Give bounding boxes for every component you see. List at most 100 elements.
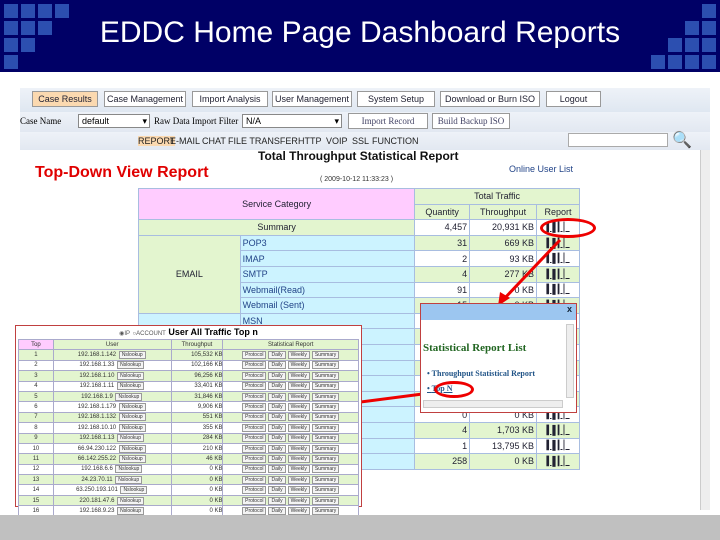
table-row: 12 192.168.6.6 Nslookup 0 KB Protocol Dai… xyxy=(18,463,359,476)
weekly-button[interactable]: Weekly xyxy=(287,434,310,443)
nslookup-button[interactable]: Nslookup xyxy=(118,454,146,463)
table-row: 15 220.181.47.6 Nslookup 0 KB Protocol Da… xyxy=(18,494,359,507)
summary-button[interactable]: Summary xyxy=(311,351,340,360)
weekly-button[interactable]: Weekly xyxy=(287,413,310,422)
protocol-button[interactable]: Protocol xyxy=(242,454,267,463)
protocol-button[interactable]: Protocol xyxy=(242,486,267,495)
nslookup-button[interactable]: Nslookup xyxy=(115,465,143,474)
summary-button[interactable]: Summary xyxy=(311,465,340,474)
nslookup-button[interactable]: Nslookup xyxy=(117,434,144,443)
daily-button[interactable]: Daily xyxy=(268,392,286,401)
daily-button[interactable]: Daily xyxy=(268,351,286,360)
summary-button[interactable]: Summary xyxy=(311,371,340,380)
weekly-button[interactable]: Weekly xyxy=(287,392,310,401)
nslookup-button[interactable]: Nslookup xyxy=(118,423,146,432)
protocol-button[interactable]: Protocol xyxy=(242,403,267,412)
popup-item-throughput[interactable]: • Throughput Statistical Report xyxy=(427,369,535,378)
summary-button[interactable]: Summary xyxy=(311,392,340,401)
radio-account[interactable]: ○ACCOUNT xyxy=(133,331,166,337)
weekly-button[interactable]: Weekly xyxy=(287,496,310,505)
throughput: 46 KB xyxy=(170,453,224,465)
nslookup-button[interactable]: Nslookup xyxy=(118,403,146,412)
weekly-button[interactable]: Weekly xyxy=(287,361,310,370)
protocol-button[interactable]: Protocol xyxy=(242,506,267,515)
protocol-button[interactable]: Protocol xyxy=(242,465,267,474)
summary-button[interactable]: Summary xyxy=(311,496,340,505)
nslookup-button[interactable]: Nslookup xyxy=(115,392,143,401)
nslookup-button[interactable]: Nslookup xyxy=(118,444,146,453)
rank: 12 xyxy=(18,463,54,476)
daily-button[interactable]: Daily xyxy=(268,496,286,505)
protocol-button[interactable]: Protocol xyxy=(242,382,267,391)
protocol-button[interactable]: Protocol xyxy=(242,475,267,484)
nslookup-button[interactable]: Nslookup xyxy=(117,371,144,380)
weekly-button[interactable]: Weekly xyxy=(287,371,310,380)
protocol-button[interactable]: Protocol xyxy=(242,351,267,360)
highlight-oval xyxy=(434,381,474,398)
nslookup-button[interactable]: Nslookup xyxy=(118,413,146,422)
protocol-button[interactable]: Protocol xyxy=(242,392,267,401)
weekly-button[interactable]: Weekly xyxy=(287,454,310,463)
summary-button[interactable]: Summary xyxy=(311,403,340,412)
table-row: 2 192.168.1.33 Nslookup 102,166 KB Proto… xyxy=(18,359,359,372)
protocol-button[interactable]: Protocol xyxy=(242,434,267,443)
weekly-button[interactable]: Weekly xyxy=(287,444,310,453)
protocol-button[interactable]: Protocol xyxy=(242,444,267,453)
weekly-button[interactable]: Weekly xyxy=(287,351,310,360)
rank: 3 xyxy=(18,370,54,382)
daily-button[interactable]: Daily xyxy=(268,403,286,412)
daily-button[interactable]: Daily xyxy=(268,506,286,515)
radio-ip[interactable]: ◉IP xyxy=(119,331,130,337)
table-row: 10 66.94.230.122 Nslookup 210 KB Protoco… xyxy=(18,442,359,455)
weekly-button[interactable]: Weekly xyxy=(287,506,310,515)
summary-button[interactable]: Summary xyxy=(311,361,340,370)
daily-button[interactable]: Daily xyxy=(268,475,286,484)
weekly-button[interactable]: Weekly xyxy=(287,403,310,412)
summary-button[interactable]: Summary xyxy=(311,475,340,484)
summary-button[interactable]: Summary xyxy=(311,454,340,463)
summary-button[interactable]: Summary xyxy=(311,382,340,391)
rank: 4 xyxy=(18,380,54,392)
daily-button[interactable]: Daily xyxy=(268,486,286,495)
protocol-button[interactable]: Protocol xyxy=(242,413,267,422)
daily-button[interactable]: Daily xyxy=(268,382,286,391)
summary-button[interactable]: Summary xyxy=(311,434,340,443)
protocol-button[interactable]: Protocol xyxy=(242,496,267,505)
popup-item-label: Throughput Statistical Report xyxy=(431,369,536,378)
weekly-button[interactable]: Weekly xyxy=(287,486,310,495)
protocol-button[interactable]: Protocol xyxy=(242,371,267,380)
popup-vertical-scrollbar[interactable] xyxy=(566,324,574,398)
daily-button[interactable]: Daily xyxy=(268,444,286,453)
summary-button[interactable]: Summary xyxy=(311,444,340,453)
protocol-button[interactable]: Protocol xyxy=(242,361,267,370)
table-row: 13 24.23.70.11 Nslookup 0 KB Protocol Dai… xyxy=(18,474,359,486)
daily-button[interactable]: Daily xyxy=(268,434,286,443)
throughput: 0 KB xyxy=(170,484,224,496)
rank: 14 xyxy=(18,484,54,496)
nslookup-button[interactable]: Nslookup xyxy=(117,506,144,515)
weekly-button[interactable]: Weekly xyxy=(287,465,310,474)
rank: 8 xyxy=(18,422,54,434)
daily-button[interactable]: Daily xyxy=(268,361,286,370)
daily-button[interactable]: Daily xyxy=(268,413,286,422)
nslookup-button[interactable]: Nslookup xyxy=(115,475,143,484)
nslookup-button[interactable]: Nslookup xyxy=(116,382,144,391)
summary-button[interactable]: Summary xyxy=(311,423,340,432)
nslookup-button[interactable]: Nslookup xyxy=(117,496,144,505)
daily-button[interactable]: Daily xyxy=(268,465,286,474)
weekly-button[interactable]: Weekly xyxy=(287,382,310,391)
protocol-button[interactable]: Protocol xyxy=(242,423,267,432)
daily-button[interactable]: Daily xyxy=(268,423,286,432)
summary-button[interactable]: Summary xyxy=(311,506,340,515)
nslookup-button[interactable]: Nslookup xyxy=(117,361,144,370)
popup-horizontal-scrollbar[interactable] xyxy=(423,400,563,408)
daily-button[interactable]: Daily xyxy=(268,371,286,380)
weekly-button[interactable]: Weekly xyxy=(287,423,310,432)
nslookup-button[interactable]: Nslookup xyxy=(118,351,146,360)
nslookup-button[interactable]: Nslookup xyxy=(120,486,148,495)
summary-button[interactable]: Summary xyxy=(311,486,340,495)
summary-button[interactable]: Summary xyxy=(311,413,340,422)
weekly-button[interactable]: Weekly xyxy=(287,475,310,484)
daily-button[interactable]: Daily xyxy=(268,454,286,463)
popup-close-button[interactable]: x xyxy=(567,304,572,314)
